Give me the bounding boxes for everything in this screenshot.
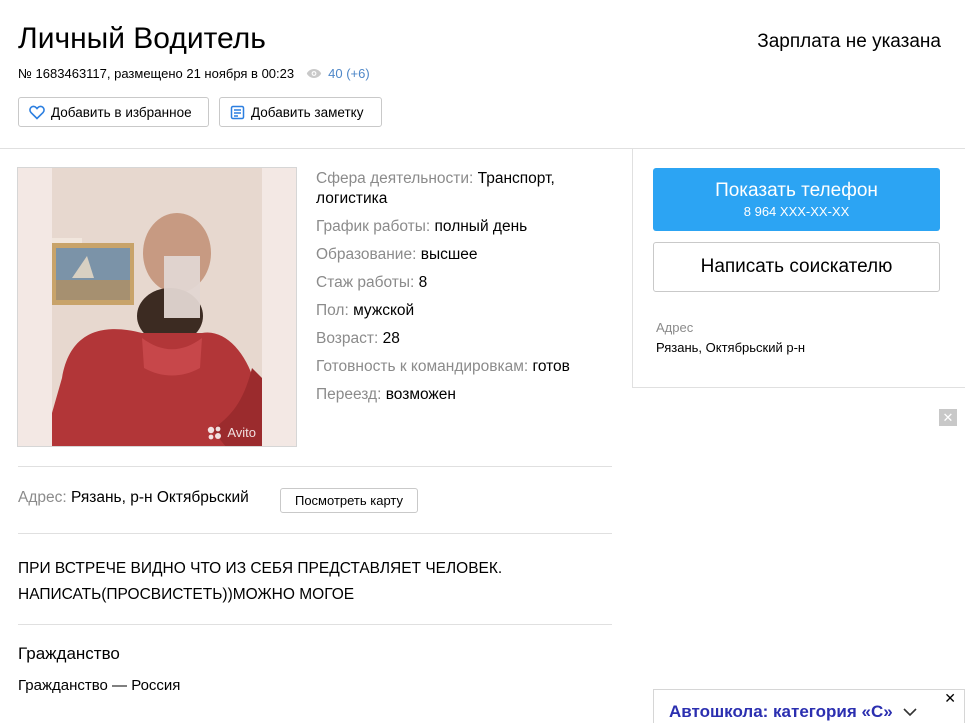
description-line: ПРИ ВСТРЕЧЕ ВИДНО ЧТО ИЗ СЕБЯ ПРЕДСТАВЛЯ… [18,560,503,577]
property-key: График работы: [316,218,431,235]
chevron-down-icon [903,707,917,716]
show-phone-button[interactable]: Показать телефон 8 964 XXX-XX-XX [653,168,940,231]
divider [18,624,612,625]
property-key: Пол: [316,302,349,319]
resume-properties: Сфера деятельности: Транспорт, логистика… [316,169,606,413]
property-row: Стаж работы: 8 [316,273,606,293]
divider [18,533,612,534]
sidebar-divider [632,148,965,149]
views-count: 40 (+6) [328,66,370,81]
phone-number: 8 964 XXX-XX-XX [743,204,850,219]
add-to-favorites-label: Добавить в избранное [51,104,192,120]
description-line: НАПИСАТЬ(ПРОСВИСТЕТЬ))МОЖНО МОГОЕ [18,586,355,603]
property-key: Возраст: [316,330,379,347]
show-map-button[interactable]: Посмотреть карту [280,488,418,513]
show-phone-label: Показать телефон [715,180,878,201]
property-key: Готовность к командировкам: [316,358,529,375]
property-row: График работы: полный день [316,217,606,237]
property-row: Готовность к командировкам: готов [316,357,606,377]
address-value: Рязань, р-н Октябрьский [71,489,249,506]
resume-photo[interactable]: Avito [17,167,297,447]
ad-text: Автошкола: категория «С» [669,702,893,721]
note-icon [230,105,245,119]
page-title: Личный Водитель [18,22,266,55]
avito-watermark: Avito [207,425,256,440]
photo-image [52,168,262,446]
property-value: возможен [385,386,456,403]
salary-label: Зарплата не указана [757,31,941,52]
citizenship-value: Гражданство — Россия [18,677,181,694]
watermark-text: Avito [227,425,256,440]
add-note-label: Добавить заметку [251,104,364,120]
property-key: Переезд: [316,386,382,403]
address-row: Адрес: Рязань, р-н Октябрьский [18,489,249,507]
property-value: 8 [418,274,428,291]
property-value: 28 [382,330,400,347]
divider [18,466,612,467]
ad-close-button[interactable]: ✕ [939,409,957,426]
sidebar-divider [632,387,965,388]
property-key: Стаж работы: [316,274,415,291]
citizenship-heading: Гражданство [18,644,120,663]
add-to-favorites-button[interactable]: Добавить в избранное [18,97,209,127]
property-value: готов [532,358,570,375]
ad-text-row: Автошкола: категория «С» [669,702,917,722]
property-row: Пол: мужской [316,301,606,321]
property-row: Переезд: возможен [316,385,606,405]
ad-banner[interactable]: Автошкола: категория «С» ✕ [653,689,965,723]
close-icon[interactable]: ✕ [944,690,956,707]
property-key: Образование: [316,246,417,263]
divider [0,148,633,149]
property-key: Сфера деятельности: [316,170,474,187]
add-note-button[interactable]: Добавить заметку [219,97,382,127]
write-to-candidate-button[interactable]: Написать соискателю [653,242,940,292]
property-row: Образование: высшее [316,245,606,265]
property-row: Сфера деятельности: Транспорт, логистика [316,169,606,209]
property-value: высшее [420,246,478,263]
address-label: Адрес: [18,489,67,506]
column-divider [632,148,633,388]
listing-number-date: № 1683463117, размещено 21 ноября в 00:2… [18,66,295,81]
eye-icon [306,68,322,79]
heart-icon [29,105,45,120]
description: ПРИ ВСТРЕЧЕ ВИДНО ЧТО ИЗ СЕБЯ ПРЕДСТАВЛЯ… [18,556,612,608]
property-value: полный день [434,218,528,235]
sidebar-address-label: Адрес [656,320,694,335]
sidebar-address-value: Рязань, Октябрьский р-н [656,340,806,355]
listing-meta: № 1683463117, размещено 21 ноября в 00:2… [18,66,370,81]
property-row: Возраст: 28 [316,329,606,349]
property-value: мужской [353,302,415,319]
